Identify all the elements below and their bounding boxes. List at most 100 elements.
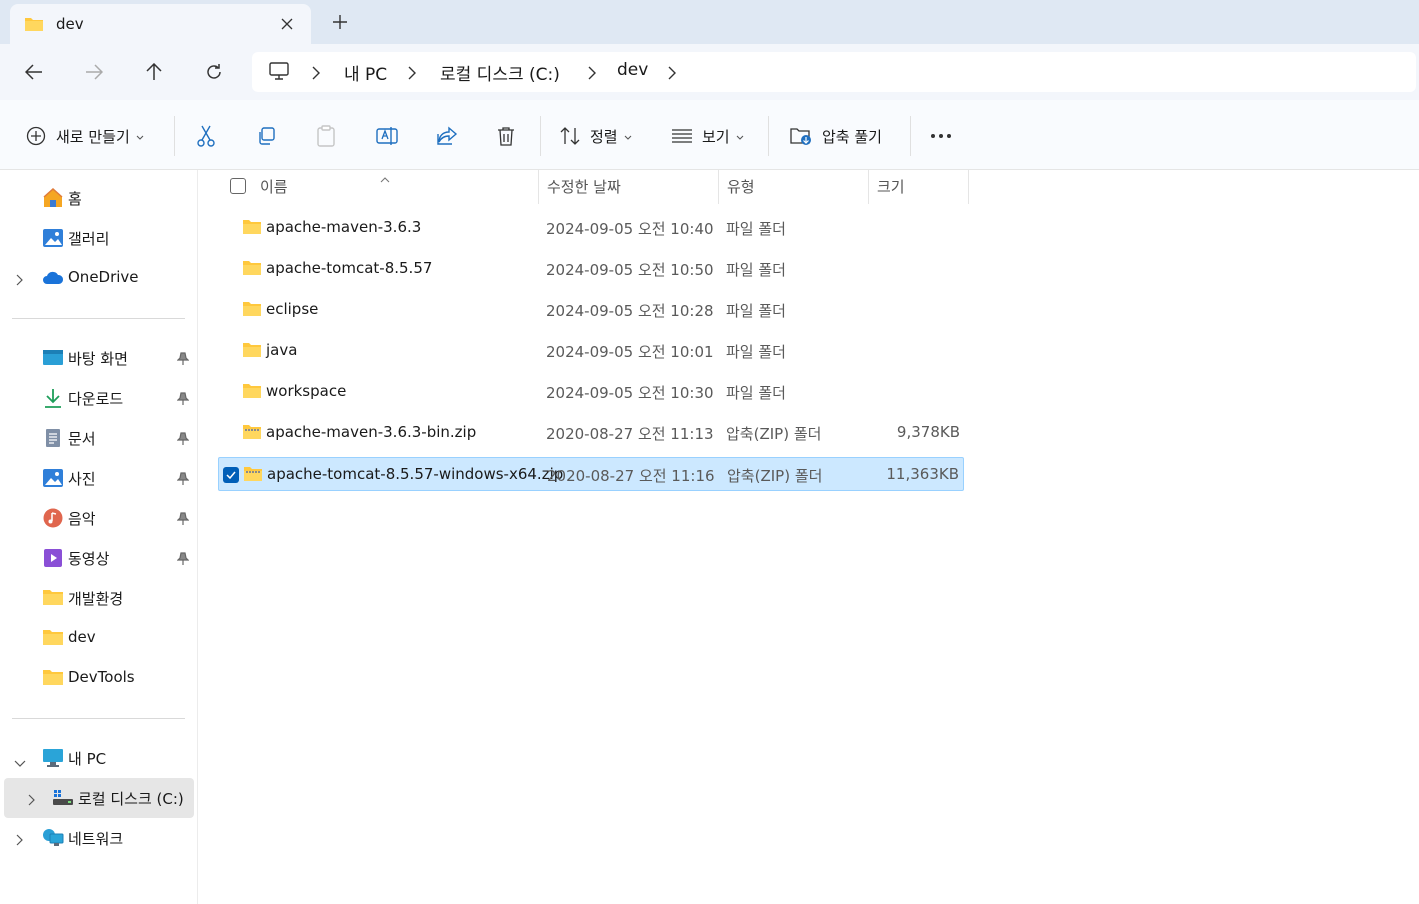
close-tab-icon[interactable]: [276, 13, 298, 35]
file-row-selected[interactable]: apache-tomcat-8.5.57-windows-x64.zip 202…: [218, 457, 964, 491]
file-name: eclipse: [266, 300, 319, 318]
chevron-right-icon: [408, 65, 416, 84]
pin-icon[interactable]: [176, 351, 190, 370]
sidebar-item-label: 바탕 화면: [68, 350, 128, 368]
cut-button[interactable]: [196, 122, 216, 150]
sidebar-item-label: 동영상: [68, 550, 110, 568]
sidebar-item-home[interactable]: 홈: [0, 178, 198, 218]
file-row[interactable]: workspace 2024-09-05 오전 10:30 파일 폴더: [218, 375, 964, 409]
navigation-bar: 내 PC 로컬 디스크 (C:) dev: [0, 44, 1419, 100]
chevron-down-icon: [736, 127, 744, 145]
select-all-checkbox[interactable]: [230, 178, 246, 194]
sidebar-item-pictures[interactable]: 사진: [0, 458, 198, 498]
chevron-down-icon[interactable]: [14, 753, 26, 772]
new-tab-button[interactable]: [328, 10, 352, 34]
column-divider[interactable]: [718, 170, 719, 204]
sidebar-item-label: 사진: [68, 470, 96, 488]
sidebar-item-label: DevTools: [68, 668, 135, 686]
chevron-down-icon: [136, 127, 144, 145]
sidebar-item-downloads[interactable]: 다운로드: [0, 378, 198, 418]
copy-icon: [256, 126, 276, 146]
chevron-right-icon[interactable]: [16, 831, 24, 850]
folder-icon: [24, 16, 44, 36]
forward-button[interactable]: [78, 56, 110, 88]
tab-dev[interactable]: dev: [10, 4, 311, 44]
chevron-right-icon[interactable]: [28, 791, 36, 810]
back-button[interactable]: [18, 56, 50, 88]
sort-ascending-icon: [380, 168, 390, 187]
tab-title: dev: [56, 15, 84, 33]
sort-button[interactable]: 정렬: [560, 122, 632, 150]
sidebar-item-music[interactable]: 음악: [0, 498, 198, 538]
up-button[interactable]: [138, 56, 170, 88]
folder-icon: [242, 342, 262, 362]
view-button[interactable]: 보기: [672, 122, 744, 150]
chevron-right-icon[interactable]: [668, 65, 676, 84]
delete-button[interactable]: [497, 122, 515, 150]
sidebar-item-network[interactable]: 네트워크: [0, 818, 198, 858]
trash-icon: [497, 126, 515, 146]
pin-icon[interactable]: [176, 471, 190, 490]
file-size: 9,378KB: [896, 423, 960, 441]
sidebar-item-label: 문서: [68, 430, 96, 448]
row-checkbox-checked[interactable]: [223, 467, 239, 483]
column-header-name[interactable]: 이름: [260, 176, 288, 197]
sidebar-item-dev-environment[interactable]: 개발환경: [0, 578, 198, 618]
sidebar-item-local-disk[interactable]: 로컬 디스크 (C:): [4, 778, 194, 818]
folder-icon: [42, 668, 64, 688]
more-options-button[interactable]: [930, 122, 952, 150]
file-date: 2024-09-05 오전 10:01: [546, 343, 714, 361]
more-options-icon: [930, 133, 952, 139]
file-name: apache-tomcat-8.5.57: [266, 259, 433, 277]
new-button[interactable]: 새로 만들기: [26, 122, 144, 150]
address-bar[interactable]: 내 PC 로컬 디스크 (C:) dev: [252, 52, 1416, 92]
file-name: java: [266, 341, 298, 359]
breadcrumb-local-disk[interactable]: 로컬 디스크 (C:): [440, 60, 560, 85]
computer-icon: [268, 61, 290, 85]
rename-icon: [376, 125, 398, 147]
folder-icon: [242, 260, 262, 280]
title-bar: dev: [0, 0, 1419, 44]
breadcrumb-dev[interactable]: dev: [617, 60, 648, 80]
column-header-type[interactable]: 유형: [727, 176, 755, 197]
sidebar-item-devtools[interactable]: DevTools: [0, 658, 198, 698]
gallery-icon: [42, 228, 64, 248]
file-row[interactable]: java 2024-09-05 오전 10:01 파일 폴더: [218, 334, 964, 368]
sidebar-item-this-pc[interactable]: 내 PC: [0, 738, 198, 778]
sidebar-item-label: 개발환경: [68, 590, 124, 608]
pin-icon[interactable]: [176, 391, 190, 410]
sidebar-item-documents[interactable]: 문서: [0, 418, 198, 458]
file-row[interactable]: apache-maven-3.6.3 2024-09-05 오전 10:40 파…: [218, 211, 964, 245]
clipboard-icon: [316, 125, 336, 147]
music-icon: [42, 508, 64, 528]
share-icon: [436, 126, 458, 146]
chevron-right-icon[interactable]: [16, 271, 24, 290]
file-row[interactable]: apache-tomcat-8.5.57 2024-09-05 오전 10:50…: [218, 252, 964, 286]
refresh-button[interactable]: [198, 56, 230, 88]
file-date: 2024-09-05 오전 10:40: [546, 220, 714, 238]
pc-icon: [42, 748, 64, 768]
paste-button[interactable]: [316, 122, 336, 150]
file-row[interactable]: eclipse 2024-09-05 오전 10:28 파일 폴더: [218, 293, 964, 327]
pin-icon[interactable]: [176, 431, 190, 450]
sidebar-item-onedrive[interactable]: OneDrive: [0, 258, 198, 298]
share-button[interactable]: [436, 122, 458, 150]
sidebar-item-gallery[interactable]: 갤러리: [0, 218, 198, 258]
sidebar-item-dev[interactable]: dev: [0, 618, 198, 658]
column-divider[interactable]: [538, 170, 539, 204]
divider: [540, 116, 541, 156]
file-row[interactable]: apache-maven-3.6.3-bin.zip 2020-08-27 오전…: [218, 416, 964, 450]
column-header-modified[interactable]: 수정한 날짜: [547, 176, 621, 197]
rename-button[interactable]: [376, 122, 398, 150]
breadcrumb-this-pc[interactable]: 내 PC: [344, 60, 387, 85]
sidebar-item-desktop[interactable]: 바탕 화면: [0, 338, 198, 378]
sidebar-item-videos[interactable]: 동영상: [0, 538, 198, 578]
pin-icon[interactable]: [176, 551, 190, 570]
file-type: 파일 폴더: [726, 343, 786, 361]
column-divider[interactable]: [968, 170, 969, 204]
column-divider[interactable]: [868, 170, 869, 204]
extract-all-button[interactable]: 압축 풀기: [790, 122, 882, 150]
column-header-size[interactable]: 크기: [877, 176, 905, 197]
pin-icon[interactable]: [176, 511, 190, 530]
copy-button[interactable]: [256, 122, 276, 150]
